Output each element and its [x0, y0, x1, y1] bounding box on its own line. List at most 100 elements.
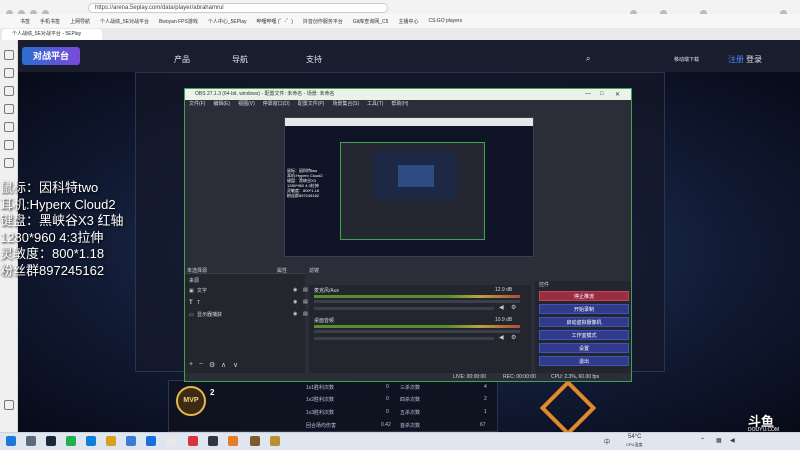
obs-titlebar: OBS 27.1.3 (64-bit, windows) - 配置文件: 未命名… — [185, 89, 631, 100]
eye-icon[interactable]: ◉ — [293, 287, 297, 293]
nav-guide[interactable]: 导航 — [232, 54, 248, 65]
network-icon[interactable]: ▦ — [716, 437, 722, 444]
search-icon[interactable] — [26, 436, 36, 446]
menu-docks[interactable]: 停靠窗口(D) — [263, 100, 290, 109]
bookmark-item[interactable]: 抖音创作服务平台 — [303, 18, 343, 25]
app-icon[interactable] — [166, 436, 176, 446]
speaker-icon[interactable]: ◀ — [499, 304, 504, 311]
lock-icon[interactable]: ▤ — [303, 311, 308, 317]
bookmark-item[interactable]: 哔哩哔哩 (゜-゜) — [256, 18, 292, 25]
obs-icon[interactable] — [208, 436, 218, 446]
lock-icon[interactable]: ▤ — [303, 287, 308, 293]
app-icon[interactable] — [126, 436, 136, 446]
bookmark-item[interactable]: 主播中心 — [398, 18, 418, 25]
mvp-badge: MVP — [176, 386, 206, 416]
chevron-up-icon[interactable]: ∧ — [221, 361, 226, 369]
bookmark-item[interactable]: 个人中心_5EPlay — [208, 18, 247, 25]
speaker-icon[interactable]: ◀ — [499, 334, 504, 341]
maximize-icon[interactable]: □ — [600, 91, 604, 97]
folder-icon[interactable] — [106, 436, 116, 446]
mixer-track-db: 12.9 dB — [495, 287, 513, 293]
volume-slider[interactable] — [314, 307, 494, 310]
filters-button[interactable]: 滤镜 — [309, 267, 319, 274]
tray-icon[interactable]: ⌃ — [700, 437, 705, 444]
volume-meter — [314, 325, 520, 328]
overlay-line: 灵敏度：800*1.18 — [0, 246, 105, 261]
search-icon[interactable] — [4, 104, 14, 114]
nav-products[interactable]: 产品 — [174, 54, 190, 65]
reader-icon[interactable] — [4, 140, 14, 150]
mixer-track-name: 麦克风/Aux — [314, 288, 340, 294]
bookmark-item[interactable]: 书签 — [20, 18, 30, 25]
note-icon[interactable] — [4, 122, 14, 132]
menu-tools[interactable]: 工具(T) — [367, 100, 383, 109]
menu-profile[interactable]: 配置文件(P) — [298, 100, 325, 109]
gear-icon[interactable]: ⚙ — [209, 361, 215, 369]
close-icon[interactable]: ✕ — [615, 91, 620, 98]
mobile-download-link[interactable]: 移动端下载 — [674, 56, 699, 63]
search-icon[interactable]: ⌕ — [586, 54, 590, 64]
bookmark-item[interactable]: 手机书签 — [40, 18, 60, 25]
preview-nested-obs — [340, 142, 485, 240]
start-recording-button[interactable]: 开始录制 — [539, 304, 629, 314]
stat-label: 1v3胜利次数 — [306, 410, 335, 416]
history-icon[interactable] — [4, 68, 14, 78]
netease-icon[interactable] — [188, 436, 198, 446]
source-item[interactable]: 显示器捕获 — [187, 311, 303, 319]
menu-file[interactable]: 文件(F) — [189, 100, 205, 109]
login-link[interactable]: 登录 — [746, 54, 762, 65]
eye-icon[interactable]: ◉ — [293, 311, 297, 317]
stat-label: 回合场均伤害 — [306, 423, 337, 429]
stat-value: 0.42 — [381, 422, 391, 428]
browser-icon[interactable] — [86, 436, 96, 446]
stat-label: 1v2胜利次数 — [306, 397, 335, 403]
bookmark-item[interactable]: Git库查询网_C5 — [353, 18, 389, 25]
input-method[interactable]: 中 — [604, 437, 610, 446]
qq-icon[interactable] — [146, 436, 156, 446]
virtual-camera-button[interactable]: 启动虚拟摄像机 — [539, 317, 629, 327]
site-logo[interactable]: 对战平台 — [22, 47, 80, 65]
cart-icon[interactable] — [4, 158, 14, 168]
csgo-icon[interactable] — [250, 436, 260, 446]
volume-icon[interactable]: ◀ — [730, 437, 735, 444]
volume-slider[interactable] — [314, 337, 494, 340]
download-icon[interactable] — [4, 86, 14, 96]
minimize-icon[interactable]: — — [585, 91, 591, 97]
source-item[interactable]: 文字 — [187, 287, 303, 295]
bookmark-item[interactable]: 上网导航 — [70, 18, 90, 25]
bookmark-item[interactable]: Bwoyan FPS游戏 — [159, 18, 198, 25]
source-item[interactable]: T — [187, 299, 303, 307]
settings-button[interactable]: 设置 — [539, 343, 629, 353]
register-link[interactable]: 注册 — [728, 54, 744, 65]
menu-help[interactable]: 帮助(H) — [391, 100, 408, 109]
remove-source-icon[interactable]: − — [199, 361, 203, 368]
menu-scene-collection[interactable]: 场景集合(S) — [332, 100, 359, 109]
address-bar[interactable]: https://arena.5eplay.com/data/player/abr… — [88, 3, 388, 13]
stop-streaming-button[interactable]: 停止推流 — [539, 291, 629, 301]
add-source-icon[interactable]: + — [189, 361, 193, 368]
chevron-down-icon[interactable]: ∨ — [233, 361, 238, 369]
star-icon[interactable] — [4, 50, 14, 60]
eye-icon[interactable]: ◉ — [293, 299, 297, 305]
obs-preview[interactable]: 鼠标：因科特two 耳机:Hyperx Cloud2 键盘：黑峡谷X3 1280… — [284, 117, 534, 257]
game-icon[interactable] — [270, 436, 280, 446]
sources-header: 来源 — [189, 278, 200, 284]
wechat-icon[interactable] — [66, 436, 76, 446]
menu-view[interactable]: 视图(V) — [238, 100, 255, 109]
bookmark-item[interactable]: 个人战绩_5E对战平台 — [100, 18, 149, 25]
studio-mode-button[interactable]: 工作室模式 — [539, 330, 629, 340]
nav-support[interactable]: 支持 — [306, 54, 322, 65]
source-name: 显示器捕获 — [197, 312, 223, 318]
gear-icon[interactable]: ⚙ — [511, 334, 516, 341]
windows-start-icon[interactable] — [6, 436, 16, 446]
add-icon[interactable] — [4, 400, 14, 410]
preview-overlay-line: 粉丝群897245162 — [287, 193, 320, 198]
menu-edit[interactable]: 编辑(E) — [213, 100, 230, 109]
browser-tab[interactable]: 个人战绩_5E对战平台 - 5EPlay — [2, 29, 102, 40]
steam-icon[interactable] — [46, 436, 56, 446]
douyu-icon[interactable] — [228, 436, 238, 446]
exit-button[interactable]: 退出 — [539, 356, 629, 366]
bookmark-item[interactable]: CS:GO players — [428, 18, 462, 24]
lock-icon[interactable]: ▤ — [303, 299, 308, 305]
gear-icon[interactable]: ⚙ — [511, 304, 516, 311]
